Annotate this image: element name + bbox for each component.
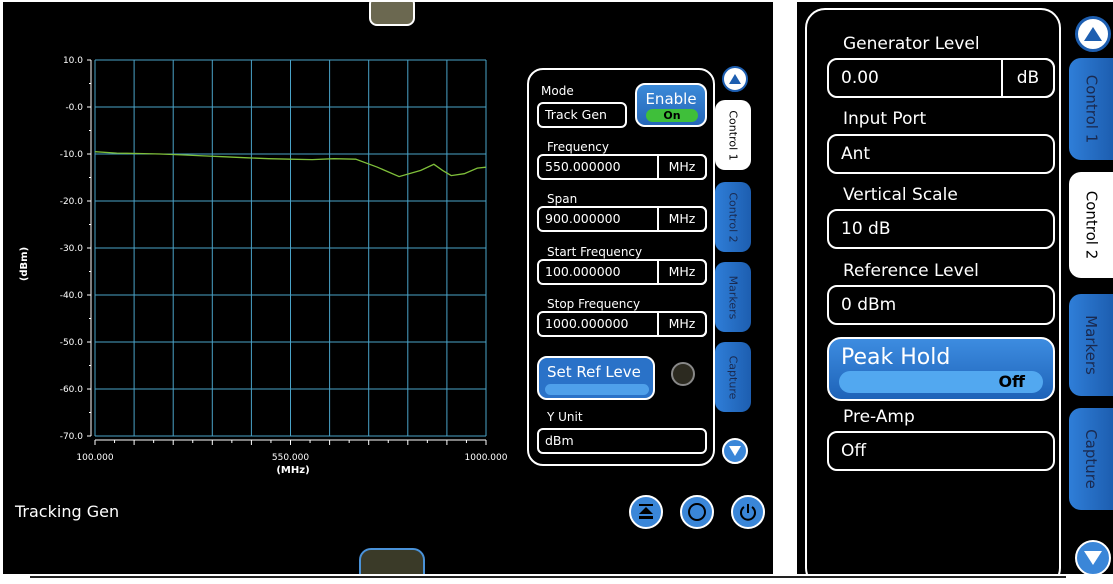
set-ref-level-label: Set Ref Leve xyxy=(547,363,641,381)
y-tick-label: -0.0 xyxy=(65,103,83,113)
peak-hold-state: Off xyxy=(998,372,1025,391)
scroll-down-button[interactable] xyxy=(722,438,748,464)
app-title: Tracking Gen xyxy=(15,502,120,521)
x-tick-label: 100.000 xyxy=(76,453,113,463)
stop-frequency-value: 1000.000000 xyxy=(545,316,629,331)
pre-amp-label: Pre-Amp xyxy=(843,407,915,427)
generator-level-value: 0.00 xyxy=(841,68,879,88)
peak-hold-toggle-bar: Off xyxy=(839,371,1043,393)
tab-control-1[interactable]: Control 1 xyxy=(715,100,751,170)
y-tick-label: -30.0 xyxy=(60,244,84,254)
y-tick-label: -10.0 xyxy=(60,150,84,160)
peak-hold-label: Peak Hold xyxy=(841,345,951,370)
eject-icon xyxy=(639,504,653,519)
tab-markers-large[interactable]: Markers xyxy=(1069,294,1113,396)
mode-label: Mode xyxy=(541,84,574,98)
reference-level-label: Reference Level xyxy=(843,261,979,281)
frequency-unit: MHz xyxy=(657,154,707,180)
y-unit-label: Y Unit xyxy=(547,410,583,424)
bottom-strip xyxy=(30,576,1066,584)
stop-frequency-field[interactable]: 1000.000000 MHz xyxy=(537,311,707,337)
screenshot-root: 10.0 -0.0 -10.0 -20.0 -30.0 -40.0 -50.0 -60.0 -7… xyxy=(0,0,1113,584)
tab-markers-large-label: Markers xyxy=(1082,315,1101,375)
y-unit-field[interactable]: dBm xyxy=(537,428,707,454)
span-label: Span xyxy=(547,192,578,206)
tab-control-2[interactable]: Control 2 xyxy=(715,182,751,252)
tracking-gen-screen: 10.0 -0.0 -10.0 -20.0 -30.0 -40.0 -50.0 -60.0 -7… xyxy=(3,2,773,574)
span-value: 900.000000 xyxy=(545,211,621,226)
down-arrow-icon xyxy=(729,446,741,456)
scroll-down-button-large[interactable] xyxy=(1075,540,1111,574)
vertical-scale-field[interactable]: 10 dB xyxy=(827,209,1055,249)
frequency-value: 550.000000 xyxy=(545,159,621,174)
eject-button[interactable] xyxy=(629,495,663,529)
pre-amp-field[interactable]: Off xyxy=(827,431,1055,471)
tab-capture[interactable]: Capture xyxy=(715,342,751,412)
power-icon xyxy=(740,504,756,521)
scroll-up-button[interactable] xyxy=(722,66,748,92)
x-tick-label: 550.000 xyxy=(272,453,309,463)
set-ref-level-bar xyxy=(545,384,649,395)
y-tick-label: -40.0 xyxy=(60,291,84,301)
record-button[interactable] xyxy=(680,495,714,529)
control-panel: Mode Track Gen Enable On Frequency 550.0… xyxy=(527,68,715,466)
tab-control-2-large-label: Control 2 xyxy=(1082,190,1101,260)
x-tick-label: 1000.000 xyxy=(465,453,508,463)
y-axis-ticks: 10.0 -0.0 -10.0 -20.0 -30.0 -40.0 -50.0 -60.0 -7… xyxy=(60,56,92,442)
spectrum-chart: 10.0 -0.0 -10.0 -20.0 -30.0 -40.0 -50.0 -60.0 -7… xyxy=(19,56,508,476)
stop-frequency-label: Stop Frequency xyxy=(547,297,641,311)
tab-markers[interactable]: Markers xyxy=(715,262,751,332)
control-2-panel: Generator Level 0.00 dB Input Port Ant V… xyxy=(805,8,1061,574)
control-2-screen: Generator Level 0.00 dB Input Port Ant V… xyxy=(797,2,1113,574)
span-unit: MHz xyxy=(657,206,707,232)
tab-control-2-large[interactable]: Control 2 xyxy=(1069,172,1113,278)
enable-button[interactable]: Enable On xyxy=(635,83,707,127)
tab-capture-label: Capture xyxy=(726,355,740,399)
peak-hold-button[interactable]: Peak Hold Off xyxy=(827,337,1055,401)
vertical-scale-label: Vertical Scale xyxy=(843,185,958,205)
bottom-handle[interactable] xyxy=(359,548,425,574)
status-led xyxy=(671,362,695,386)
span-field[interactable]: 900.000000 MHz xyxy=(537,206,707,232)
tab-control-2-label: Control 2 xyxy=(726,191,740,243)
set-ref-level-button[interactable]: Set Ref Leve xyxy=(537,356,655,400)
chart-grid xyxy=(94,59,487,437)
circle-icon xyxy=(688,503,706,521)
tab-control-1-label: Control 1 xyxy=(726,109,740,161)
input-port-label: Input Port xyxy=(843,109,927,129)
mode-field[interactable]: Track Gen xyxy=(537,102,627,128)
y-axis-label: (dBm) xyxy=(19,247,30,281)
stop-frequency-unit: MHz xyxy=(657,311,707,337)
start-frequency-label: Start Frequency xyxy=(547,245,643,259)
y-tick-label: -20.0 xyxy=(60,197,84,207)
start-frequency-unit: MHz xyxy=(657,259,707,285)
x-axis-ticks: 100.000 550.000 1000.000 xyxy=(76,439,508,463)
y-tick-label: -60.0 xyxy=(60,385,84,395)
frequency-field[interactable]: 550.000000 MHz xyxy=(537,154,707,180)
enable-state-indicator: On xyxy=(646,109,698,122)
input-port-field[interactable]: Ant xyxy=(827,134,1055,174)
tab-control-1-large-label: Control 1 xyxy=(1082,74,1101,144)
generator-level-unit: dB xyxy=(1001,58,1055,98)
scroll-up-button-large[interactable] xyxy=(1075,16,1111,52)
power-button[interactable] xyxy=(731,495,765,529)
generator-level-field[interactable]: 0.00 dB xyxy=(827,58,1055,98)
start-frequency-value: 100.000000 xyxy=(545,264,621,279)
enable-label: Enable xyxy=(645,90,697,108)
frequency-label: Frequency xyxy=(547,140,609,154)
tab-markers-label: Markers xyxy=(726,275,740,319)
tab-capture-large[interactable]: Capture xyxy=(1069,408,1113,510)
y-tick-label: -50.0 xyxy=(60,338,84,348)
tab-capture-large-label: Capture xyxy=(1082,429,1100,489)
down-arrow-icon xyxy=(1084,551,1102,565)
y-tick-label: -70.0 xyxy=(60,432,84,442)
up-arrow-icon xyxy=(1084,27,1102,41)
x-axis-label: (MHz) xyxy=(276,465,309,476)
up-arrow-icon xyxy=(729,74,741,84)
start-frequency-field[interactable]: 100.000000 MHz xyxy=(537,259,707,285)
generator-level-label: Generator Level xyxy=(843,34,980,54)
tab-control-1-large[interactable]: Control 1 xyxy=(1069,58,1113,160)
y-tick-label: 10.0 xyxy=(63,56,83,66)
reference-level-field[interactable]: 0 dBm xyxy=(827,285,1055,325)
